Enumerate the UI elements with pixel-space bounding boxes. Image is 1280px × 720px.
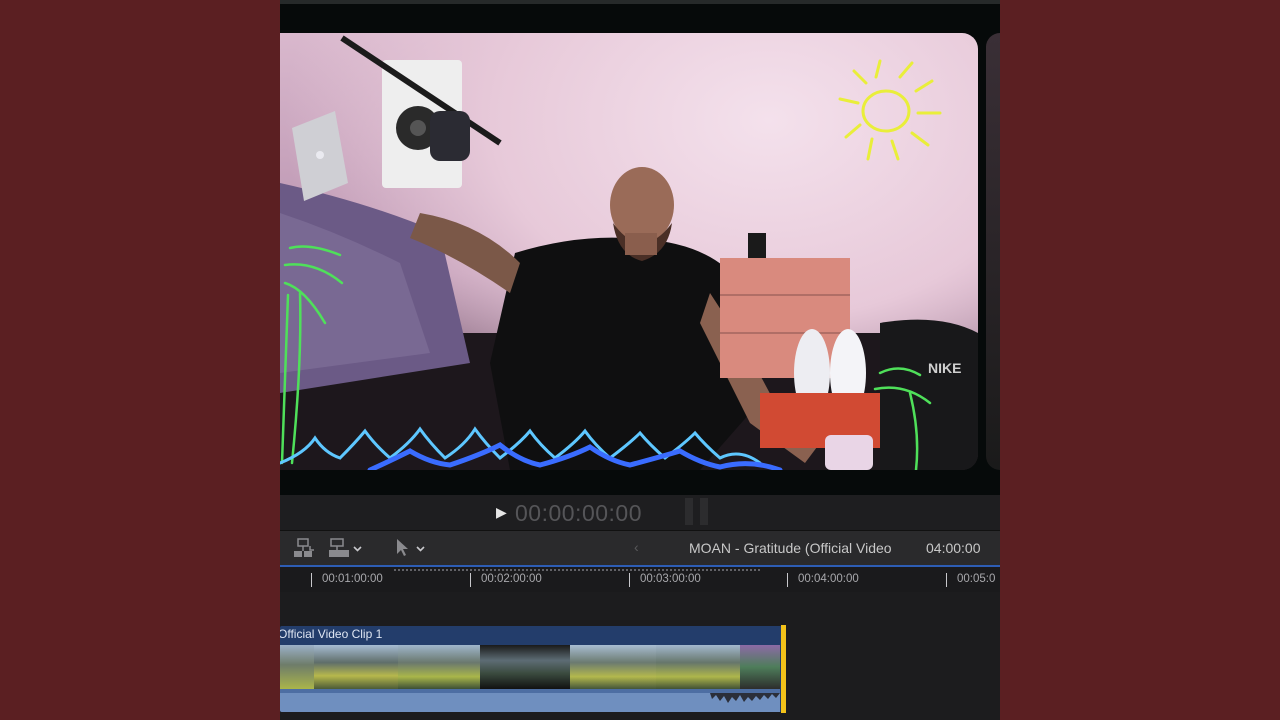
filmstrip-thumbnail: [398, 645, 481, 689]
clip-end-trim-handle[interactable]: [781, 625, 786, 713]
viewer: NIKE: [280, 0, 1000, 495]
video-frame-artwork: NIKE: [280, 35, 978, 470]
filmstrip-thumbnail: [280, 645, 315, 689]
project-duration: 04:00:00: [926, 540, 981, 556]
ruler-tick-label: 00:05:0: [957, 573, 996, 585]
clip-label: Official Video Clip 1: [280, 627, 383, 641]
append-clip-dropdown[interactable]: [328, 537, 366, 559]
playhead-timecode[interactable]: 00:00:00:00: [515, 499, 642, 527]
ruler-range-indicator: [393, 569, 761, 571]
audio-meter-right: [700, 498, 708, 525]
ruler-tick-label: 00:02:00:00: [481, 573, 542, 585]
select-tool-dropdown[interactable]: [394, 537, 428, 559]
clip-audio-waveform: [280, 689, 780, 712]
audio-meter-left: [685, 498, 693, 525]
ruler-tick-label: 00:01:00:00: [322, 573, 383, 585]
svg-text:NIKE: NIKE: [928, 360, 961, 376]
transport-bar: ▶ 00:00:00:00: [280, 495, 1000, 530]
filmstrip-thumbnail: [480, 645, 571, 689]
timeline-track-area[interactable]: Official Video Clip 1: [280, 592, 1000, 720]
filmstrip-thumbnail: [570, 645, 657, 689]
back-arrow-icon[interactable]: ‹: [634, 539, 639, 555]
video-editor-window: NIKE ▶ 00:00:00:00 ‹ MOAN - Gratitude (O…: [280, 0, 1000, 720]
project-title: MOAN - Gratitude (Official Video: [689, 540, 892, 556]
ruler-tick: [946, 573, 947, 587]
timeline-ruler[interactable]: 00:01:00:00 00:02:00:00 00:03:00:00 00:0…: [280, 565, 1000, 594]
overwrite-clip-icon[interactable]: [293, 537, 317, 559]
adjacent-clip-frame: [986, 33, 1000, 470]
ruler-tick: [787, 573, 788, 587]
video-preview-frame[interactable]: NIKE: [280, 33, 978, 470]
clip-filmstrip: [280, 645, 780, 689]
video-clip[interactable]: Official Video Clip 1: [280, 626, 783, 712]
ruler-tick: [629, 573, 630, 587]
filmstrip-thumbnail: [740, 645, 780, 689]
play-button[interactable]: ▶: [496, 504, 510, 520]
viewer-top-bar: [280, 0, 1000, 4]
filmstrip-thumbnail: [656, 645, 741, 689]
ruler-tick-label: 00:03:00:00: [640, 573, 701, 585]
ruler-tick-label: 00:04:00:00: [798, 573, 859, 585]
ruler-tick: [311, 573, 312, 587]
timeline-toolbar: ‹ MOAN - Gratitude (Official Video 04:00…: [280, 530, 1000, 566]
ruler-tick: [470, 573, 471, 587]
filmstrip-thumbnail: [314, 645, 399, 689]
